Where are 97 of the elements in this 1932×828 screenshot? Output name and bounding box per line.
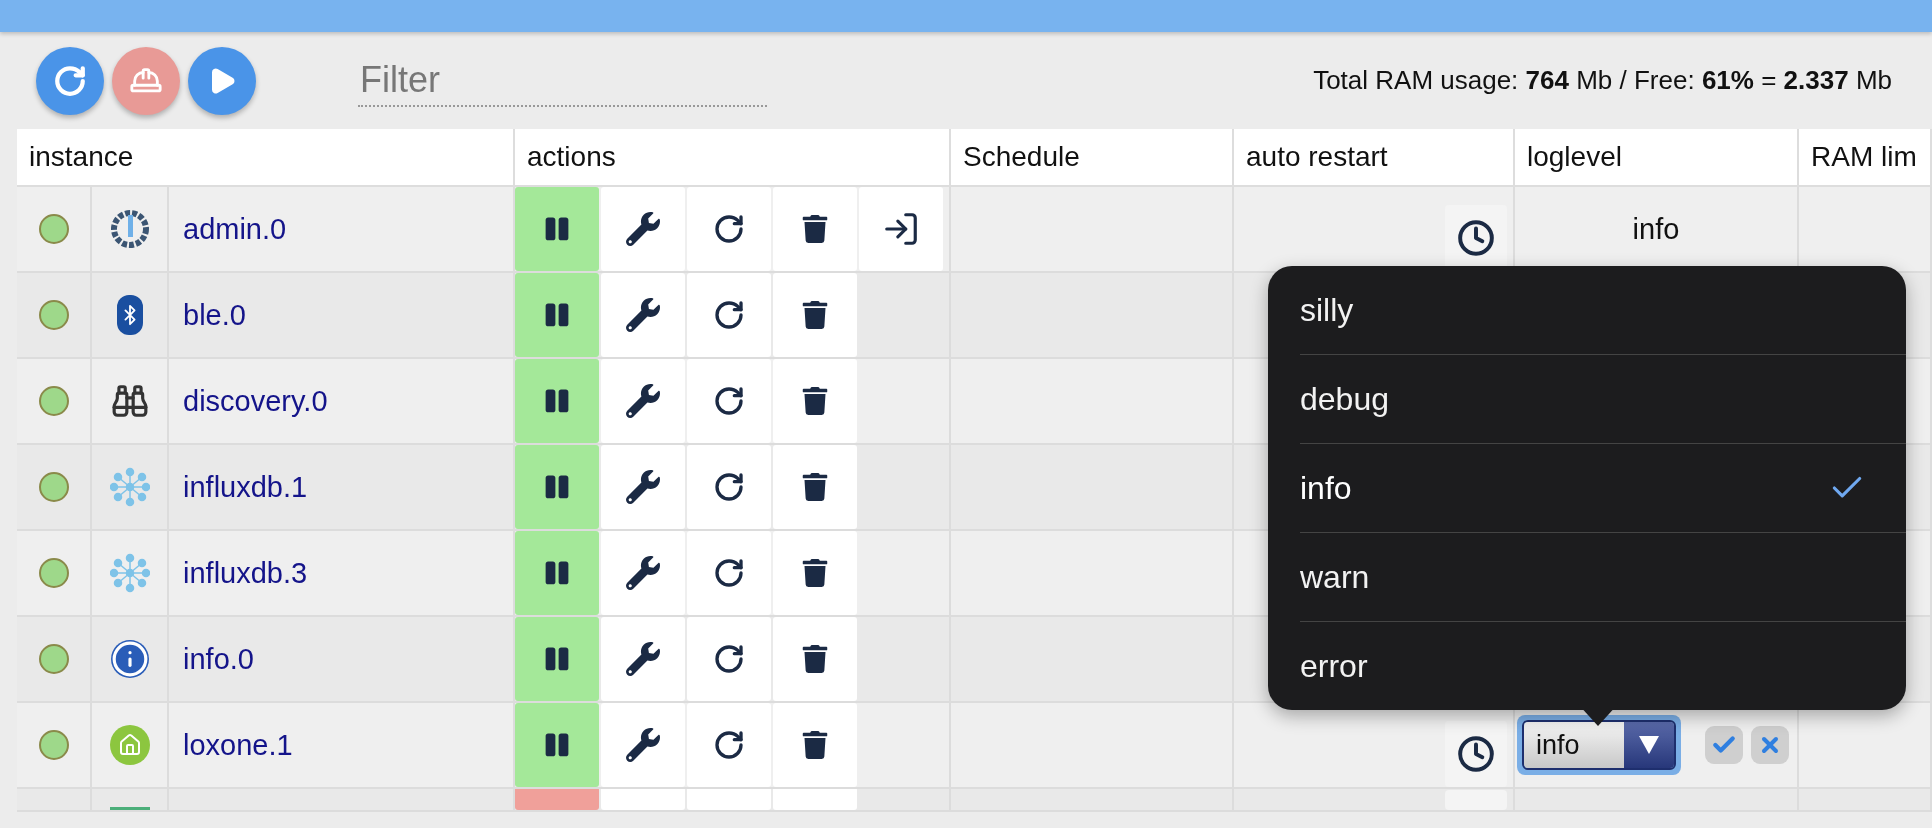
restart-icon	[713, 299, 745, 331]
restart-icon	[713, 213, 745, 245]
column-header: auto restart	[1234, 129, 1515, 187]
instance-link[interactable]: influxdb.1	[169, 470, 308, 504]
instance-link[interactable]: discovery.0	[169, 384, 328, 418]
pause-icon	[544, 732, 570, 758]
restart-button[interactable]	[687, 187, 771, 271]
restart-icon	[713, 385, 745, 417]
confirm-button[interactable]	[1705, 726, 1743, 764]
clock-icon	[1457, 219, 1495, 257]
column-header: actions	[515, 129, 951, 187]
menu-option[interactable]: debug	[1300, 355, 1906, 444]
column-header: loglevel	[1515, 129, 1799, 187]
column-header: Schedule	[951, 129, 1234, 187]
menu-option[interactable]: warn	[1300, 533, 1906, 622]
settings-button[interactable]	[601, 703, 685, 787]
wrench-icon	[626, 470, 660, 504]
settings-button[interactable]	[601, 617, 685, 701]
trash-icon	[801, 645, 829, 673]
restart-button[interactable]	[687, 273, 771, 357]
delete-button[interactable]	[773, 531, 857, 615]
wrench-icon	[626, 556, 660, 590]
restart-button[interactable]	[687, 789, 771, 810]
refresh-icon	[53, 63, 87, 98]
restart-icon	[713, 643, 745, 675]
pause-icon	[544, 560, 570, 586]
delete-button[interactable]	[773, 445, 857, 529]
trash-icon	[801, 301, 829, 329]
cancel-button[interactable]	[1751, 726, 1789, 764]
network-icon	[109, 467, 150, 507]
pause-button[interactable]	[515, 617, 599, 701]
delete-button[interactable]	[773, 359, 857, 443]
open-button[interactable]	[859, 187, 943, 271]
settings-button[interactable]	[601, 273, 685, 357]
schedule-button[interactable]	[1445, 721, 1507, 787]
settings-button[interactable]	[601, 445, 685, 529]
instance-link[interactable]: influxdb.3	[169, 556, 308, 590]
instance-link[interactable]: info.0	[169, 642, 254, 676]
filter-field[interactable]: Filter	[358, 54, 767, 107]
dropdown-triangle-icon	[1639, 736, 1659, 754]
pause-button[interactable]	[515, 703, 599, 787]
settings-button[interactable]	[601, 187, 685, 271]
gear-icon	[109, 209, 150, 249]
pause-button[interactable]	[515, 187, 599, 271]
house-icon	[109, 725, 150, 765]
pause-icon	[544, 216, 570, 242]
restart-icon	[713, 471, 745, 503]
menu-option[interactable]: error	[1300, 622, 1906, 710]
bluetooth-icon	[116, 295, 143, 335]
trash-icon	[801, 731, 829, 759]
delete-button[interactable]	[773, 187, 857, 271]
trash-icon	[801, 387, 829, 415]
trash-icon	[801, 215, 829, 243]
pause-icon	[544, 388, 570, 414]
play-button[interactable]	[188, 46, 256, 115]
instance-link[interactable]: ble.0	[169, 298, 246, 332]
pause-button[interactable]	[515, 531, 599, 615]
refresh-button[interactable]	[36, 46, 104, 115]
trash-icon	[801, 473, 829, 501]
settings-button[interactable]	[601, 359, 685, 443]
restart-button[interactable]	[687, 359, 771, 443]
enter-icon	[882, 210, 920, 248]
wrench-icon	[626, 384, 660, 418]
trash-icon	[801, 559, 829, 587]
instance-link[interactable]: admin.0	[169, 212, 287, 246]
network-icon	[109, 553, 150, 593]
delete-button[interactable]	[773, 617, 857, 701]
menu-option[interactable]: info	[1300, 444, 1906, 533]
restart-button[interactable]	[687, 531, 771, 615]
instance-link[interactable]: loxone.1	[169, 728, 293, 762]
wrench-icon	[626, 212, 660, 246]
restart-button[interactable]	[687, 703, 771, 787]
menu-option[interactable]: silly	[1300, 266, 1906, 355]
loglevel-select[interactable]: info	[1517, 715, 1681, 775]
column-header: RAM lim	[1799, 129, 1932, 187]
restart-button[interactable]	[687, 617, 771, 701]
restart-icon	[713, 557, 745, 589]
pause-button[interactable]	[515, 273, 599, 357]
delete-button[interactable]	[773, 273, 857, 357]
wrench-icon	[626, 728, 660, 762]
pause-icon	[544, 474, 570, 500]
settings-button[interactable]	[601, 531, 685, 615]
pause-icon	[544, 646, 570, 672]
ram-usage-text: Total RAM usage: 764 Mb / Free: 61% = 2.337 Mb	[1313, 65, 1892, 96]
binoculars-icon	[110, 382, 149, 420]
restart-icon	[713, 729, 745, 761]
restart-button[interactable]	[687, 445, 771, 529]
pause-icon	[544, 302, 570, 328]
wrench-icon	[626, 298, 660, 332]
column-header: instance	[17, 129, 515, 187]
info-icon	[110, 640, 149, 678]
wrench-icon	[626, 642, 660, 676]
clock-icon	[1457, 735, 1495, 773]
pause-button[interactable]	[515, 445, 599, 529]
loglevel-text: info	[1632, 212, 1680, 246]
delete-button[interactable]	[773, 703, 857, 787]
pause-button[interactable]	[515, 359, 599, 443]
